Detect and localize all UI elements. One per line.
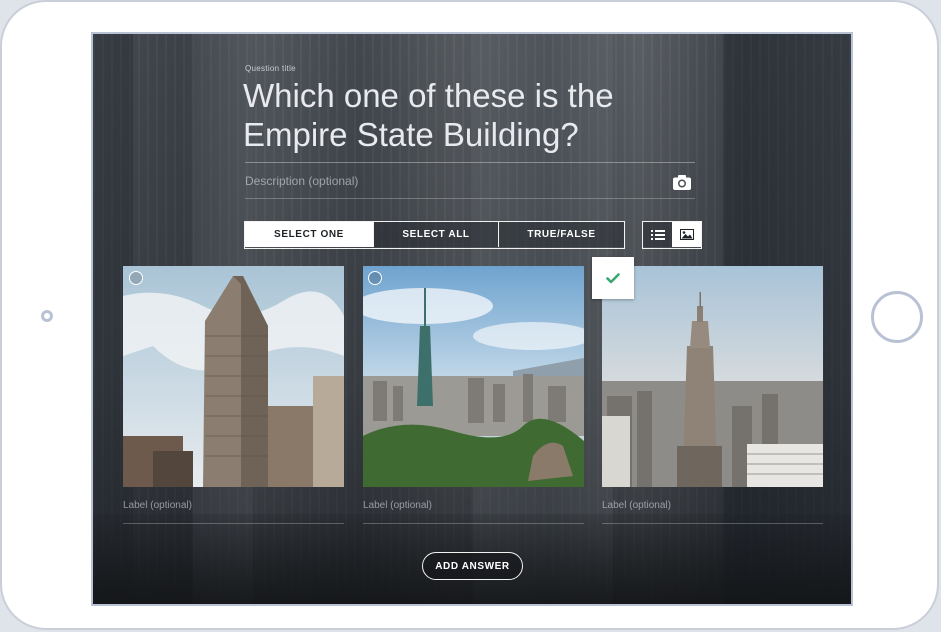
answer-2-radio[interactable]	[368, 271, 382, 285]
front-camera-icon	[41, 310, 53, 322]
title-underline	[245, 162, 695, 163]
answer-2-label-input[interactable]: Label (optional)	[363, 500, 432, 511]
answer-3-label-input[interactable]: Label (optional)	[602, 500, 671, 511]
answer-image-2[interactable]	[363, 266, 584, 487]
answer-view-toggle	[642, 221, 702, 249]
description-input[interactable]: Description (optional)	[245, 174, 358, 188]
description-underline	[245, 198, 695, 199]
select-all-tab[interactable]: SELECT ALL	[373, 222, 498, 247]
image-icon	[679, 229, 694, 240]
camera-icon[interactable]	[671, 172, 693, 192]
list-icon	[650, 229, 665, 240]
tablet-frame: Question title Which one of these is the…	[0, 0, 939, 630]
quiz-editor-screen: Question title Which one of these is the…	[91, 32, 853, 606]
select-one-tab[interactable]: SELECT ONE	[245, 222, 373, 247]
question-title-input[interactable]: Which one of these is the Empire State B…	[243, 76, 703, 154]
question-title-label: Question title	[245, 64, 296, 73]
answer-1-radio[interactable]	[129, 271, 143, 285]
list-view-button[interactable]	[643, 222, 672, 247]
image-view-button[interactable]	[672, 222, 701, 247]
answer-image-3[interactable]	[602, 266, 823, 487]
answer-image-1[interactable]	[123, 266, 344, 487]
true-false-tab[interactable]: TRUE/FALSE	[498, 222, 624, 247]
answer-1-label-input[interactable]: Label (optional)	[123, 500, 192, 511]
question-type-toggle: SELECT ONE SELECT ALL TRUE/FALSE	[244, 221, 625, 249]
answer-1-label-underline	[123, 523, 344, 524]
answer-2-label-underline	[363, 523, 584, 524]
check-icon	[606, 272, 620, 283]
correct-answer-checkmark[interactable]	[592, 257, 634, 299]
home-button[interactable]	[871, 291, 923, 343]
answer-3-label-underline	[602, 523, 823, 524]
add-answer-button[interactable]: ADD ANSWER	[422, 552, 523, 580]
